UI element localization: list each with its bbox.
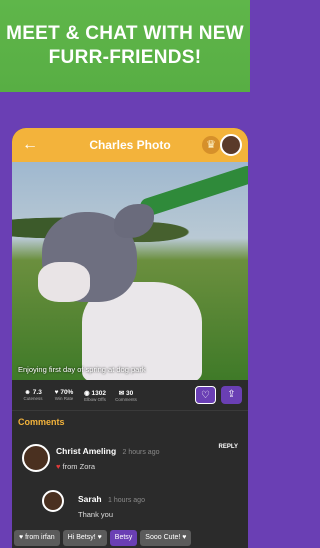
stat-label: Win Rate — [54, 396, 74, 401]
action-buttons: ♡ ⇪ — [195, 386, 242, 404]
stat-value: 70% — [60, 389, 74, 396]
heart-icon: ♥ — [56, 462, 61, 471]
dog-photo: Enjoying first day of spring at dog park — [12, 162, 248, 380]
like-button[interactable]: ♡ — [195, 386, 216, 404]
photo-caption: Enjoying first day of spring at dog park — [18, 365, 146, 374]
stat-comments: ✉ 30 Comments — [111, 389, 141, 402]
cuteness-icon: ☻ — [24, 389, 31, 396]
comments-header: Comments — [12, 410, 248, 432]
comment-time: 1 hours ago — [108, 497, 145, 504]
target-icon: ◉ — [84, 389, 90, 397]
comment-time: 2 hours ago — [122, 449, 160, 456]
stat-cuteness: ☻ 7.3 Cuteness — [18, 389, 48, 401]
heart-icon: ♥ — [54, 389, 59, 396]
stat-value: 7.3 — [32, 389, 42, 396]
stat-label: Comments — [115, 396, 137, 402]
stats-bar: ☻ 7.3 Cuteness ♥ 70% Win Rate ◉ 1302 Elb… — [12, 380, 248, 410]
app-bar: ← Charles Photo ♛ — [12, 128, 248, 162]
stat-value: 30 — [126, 389, 134, 397]
comment-item: Christ Ameling 2 hours ago ♥ from Zora R… — [12, 432, 248, 480]
comment-author[interactable]: Sarah — [78, 494, 102, 504]
share-button[interactable]: ⇪ — [221, 386, 242, 404]
comment-reply-item: Sarah 1 hours ago Thank you — [12, 480, 248, 528]
back-arrow-icon[interactable]: ← — [20, 135, 40, 155]
stat-label: Cuteness — [23, 396, 43, 401]
stat-label: Elbow Offs — [84, 396, 106, 402]
quick-reply-chip[interactable]: Betsy — [109, 530, 138, 546]
reply-button[interactable]: REPLY — [219, 444, 238, 450]
comment-text: from Zora — [62, 462, 96, 471]
crown-icon[interactable]: ♛ — [202, 136, 220, 154]
promo-headline-line1: MEET & CHAT WITH NEW — [6, 23, 244, 44]
quick-reply-chip[interactable]: ♥ from irfan — [14, 530, 60, 546]
comment-text: Thank you — [78, 510, 114, 519]
quick-reply-chip[interactable]: Hi Betsy! ♥ — [62, 530, 107, 546]
stat-value: 1302 — [91, 389, 106, 397]
avatar[interactable] — [42, 490, 64, 512]
phone-screen: ← Charles Photo ♛ Enjoying first day of … — [12, 128, 248, 548]
avatar[interactable] — [220, 134, 242, 156]
promo-headline-line2: FURR-FRIENDS! — [48, 47, 202, 68]
avatar[interactable] — [22, 444, 50, 472]
stat-win-rate: ♥ 70% Win Rate — [49, 389, 79, 401]
comment-icon: ✉ — [118, 389, 125, 397]
comment-author[interactable]: Christ Ameling — [56, 446, 116, 456]
page-title: Charles Photo — [89, 138, 171, 152]
quick-reply-chip[interactable]: Sooo Cute! ♥ — [140, 530, 192, 546]
quick-reply-chips: ♥ from irfan Hi Betsy! ♥ Betsy Sooo Cute… — [12, 528, 248, 548]
stat-elbow-offs: ◉ 1302 Elbow Offs — [80, 389, 110, 402]
promo-banner: MEET & CHAT WITH NEW FURR-FRIENDS! — [0, 0, 250, 92]
photo-dog-snout — [38, 262, 90, 302]
